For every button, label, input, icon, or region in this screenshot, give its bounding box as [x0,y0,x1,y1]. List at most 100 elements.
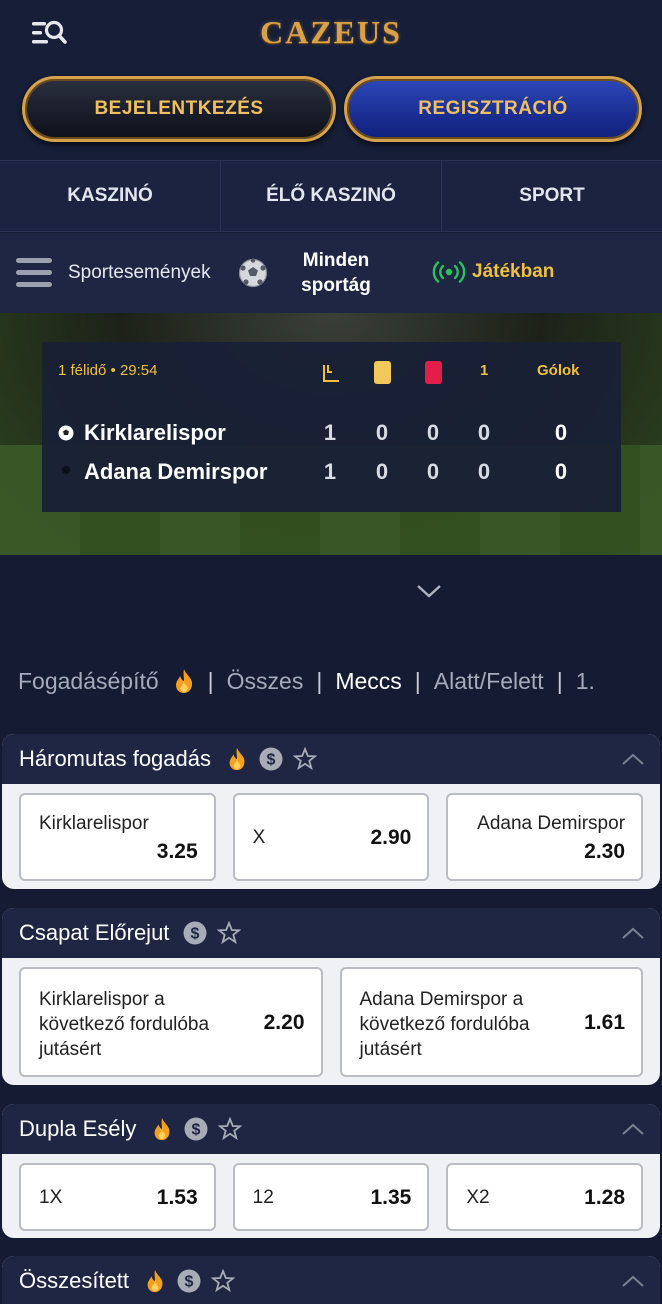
odd-label: Kirklarelispor a következő fordulóba jut… [39,987,209,1062]
odd-button-home[interactable]: Kirklarelispor 3.25 [19,793,216,881]
live-label: Játékban [472,261,555,282]
home-yellow: 0 [375,420,389,445]
tab-first[interactable]: 1. [576,668,595,695]
away-corners: 1 [323,459,337,484]
soccer-ball-icon[interactable] [238,258,268,288]
market-title: Dupla Esély [19,1116,137,1141]
tab-match[interactable]: Meccs [335,668,401,695]
tab-bet-builder[interactable]: Fogadásépítő [18,668,159,695]
away-first-half: 0 [477,459,491,484]
ball-possession-icon [58,425,74,441]
market-three-way: Háromutas fogadás $ Kirklarelispor 3.25 … [2,734,660,889]
all-sports-line1: Minden [302,250,370,271]
odd-button-away[interactable]: Adana Demirspor 2.30 [446,793,644,881]
odd-value: 2.30 [584,840,626,863]
chevron-down-icon[interactable] [416,582,442,600]
market-header[interactable]: Csapat Előrejut $ [2,908,660,958]
dollar-icon: $ [183,921,207,945]
svg-text:$: $ [267,752,276,769]
category-tabs: KASZINÓ ÉLŐ KASZINÓ SPORT [0,160,662,232]
market-double-chance: Dupla Esély $ 1X 1.53 12 1.35 X2 1.28 [2,1104,660,1238]
live-link[interactable]: Játékban [432,261,554,283]
all-sports-link[interactable]: Minden sportág [286,248,386,298]
chevron-up-icon[interactable] [622,1122,644,1136]
market-total: Összesített $ [2,1256,660,1304]
svg-text:$: $ [192,1122,201,1139]
home-red: 0 [426,420,440,445]
tab-over-under[interactable]: Alatt/Felett [434,668,544,695]
odd-value: 1.53 [156,1186,198,1209]
odd-button-draw[interactable]: X 2.90 [232,793,430,881]
star-icon[interactable] [218,1117,243,1141]
star-icon[interactable] [293,747,317,771]
odd-button-1x[interactable]: 1X 1.53 [19,1163,216,1231]
market-title: Összesített [19,1268,130,1293]
away-goals: 0 [554,459,568,484]
all-sports-line2: sportág [301,275,371,296]
odd-label: X2 [466,1187,490,1208]
live-broadcast-icon [432,261,466,283]
market-title: Csapat Előrejut [19,920,170,945]
odd-label-line: következő fordulóba [359,1014,530,1035]
chevron-up-icon[interactable] [622,752,644,766]
dollar-icon: $ [177,1269,201,1293]
tab-sport[interactable]: SPORT [442,161,662,231]
home-first-half: 0 [477,420,491,445]
away-red: 0 [426,459,440,484]
odd-value: 1.35 [370,1186,412,1209]
svg-text:$: $ [185,1274,194,1291]
corner-flag-icon [323,365,339,382]
register-button[interactable]: REGISZTRÁCIÓ [344,76,642,142]
match-period: 1 félidő • 29:54 [58,362,158,379]
chevron-up-icon[interactable] [622,1274,644,1288]
home-goals: 0 [554,420,568,445]
away-dot-icon [62,466,70,474]
odd-button-away-advance[interactable]: Adana Demirspor a következő fordulóba ju… [339,967,643,1077]
tab-casino[interactable]: KASZINÓ [0,161,221,231]
odd-label: Adana Demirspor a következő fordulóba ju… [360,987,530,1062]
odd-label-line: Adana Demirspor a [359,989,524,1010]
market-title: Háromutas fogadás [19,746,211,771]
away-team-name: Adana Demirspor [84,459,268,484]
odd-label-line: jutásért [39,1039,102,1060]
odd-button-home-advance[interactable]: Kirklarelispor a következő fordulóba jut… [19,967,323,1077]
star-icon[interactable] [217,921,242,945]
dollar-icon: $ [184,1117,208,1141]
odd-button-12[interactable]: 12 1.35 [232,1163,430,1231]
odd-label: X [252,827,266,848]
chevron-up-icon[interactable] [622,926,644,940]
sport-events-link[interactable]: Sportesemények [68,262,211,284]
odd-value: 3.25 [156,840,198,863]
away-yellow: 0 [375,459,389,484]
odd-value: 2.20 [263,1011,305,1034]
tab-all[interactable]: Összes [227,668,304,695]
red-card-icon [425,361,442,384]
first-half-header: 1 [480,362,489,379]
odd-value: 2.90 [370,826,412,849]
brand-logo[interactable]: CAZEUS [0,14,662,51]
market-team-advance: Csapat Előrejut $ Kirklarelispor a követ… [2,908,660,1085]
svg-text:$: $ [191,926,200,943]
odd-label: 1X [39,1187,63,1208]
market-header[interactable]: Dupla Esély $ [2,1104,660,1154]
odd-value: 1.61 [584,1011,625,1034]
market-header[interactable]: Összesített $ [2,1256,660,1304]
login-button[interactable]: BEJELENTKEZÉS [22,76,336,142]
odd-label-line: Kirklarelispor a [39,989,165,1010]
yellow-card-icon [374,361,391,384]
odd-button-x2[interactable]: X2 1.28 [446,1163,644,1231]
odd-label: Adana Demirspor [477,813,626,834]
hamburger-icon[interactable] [16,258,52,288]
odd-label: 12 [252,1187,274,1208]
odd-value: 1.28 [584,1186,626,1209]
fire-icon [175,669,192,693]
home-team-name: Kirklarelispor [84,420,226,445]
star-icon[interactable] [211,1269,236,1293]
odd-label-line: jutásért [359,1039,422,1060]
market-header[interactable]: Háromutas fogadás $ [2,734,660,784]
tab-live-casino[interactable]: ÉLŐ KASZINÓ [221,161,442,231]
market-tabs: Fogadásépítő | Összes | Meccs | Alatt/Fe… [18,667,595,695]
fire-icon [229,747,245,771]
home-corners: 1 [323,420,337,445]
fire-icon [155,1117,170,1141]
